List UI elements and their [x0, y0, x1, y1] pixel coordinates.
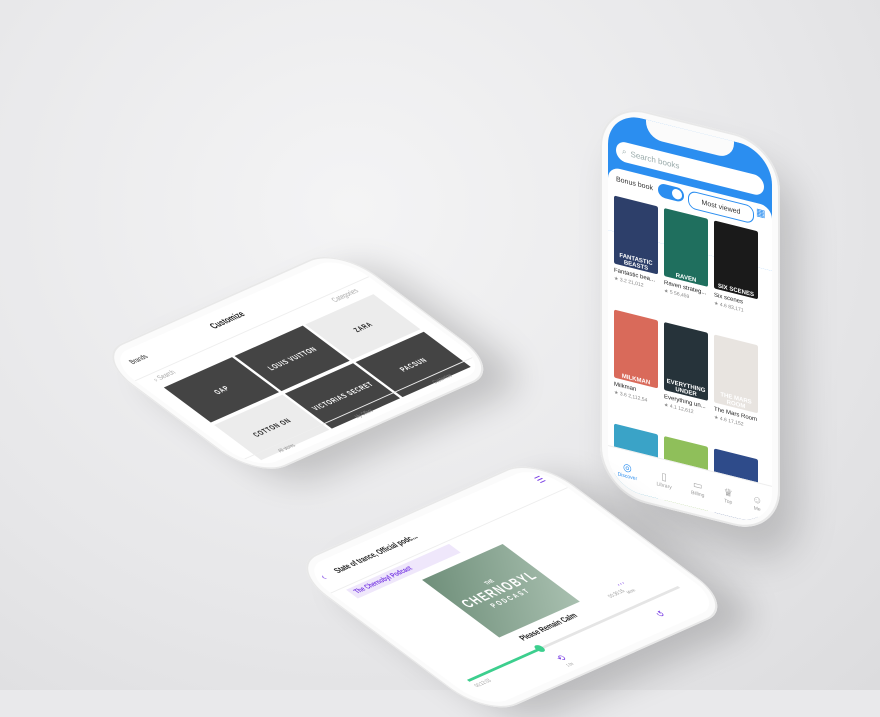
book-card[interactable]: SIX SCENES Six scenes ★ 4.6 83,171 [714, 220, 758, 339]
book-cover: SIX SCENES [714, 220, 758, 300]
speed-label: 1.0x [564, 661, 576, 669]
book-cover: FANTASTIC BEASTS [614, 195, 658, 275]
book-cover: RAVEN [664, 207, 708, 287]
bonus-label: Bonus book [616, 175, 653, 193]
brand-name: ZARA [350, 320, 375, 334]
more-label: More [625, 588, 638, 596]
book-cover-text: RAVEN [675, 272, 697, 285]
page-title: Customize [207, 310, 249, 331]
book-rating: 4.1 [669, 403, 677, 412]
book-rating: 5 [669, 289, 673, 297]
grid-view-icon[interactable]: ▦ [756, 207, 768, 222]
brand-name: COTTON ON [250, 416, 294, 439]
book-rating: 3.6 [619, 390, 627, 399]
book-card[interactable]: THE MARS ROOM The Mars Room ★ 4.6 17,152 [714, 334, 758, 453]
bonus-toggle[interactable] [658, 182, 684, 203]
book-card[interactable]: MILKMAN Milkman ★ 3.6 2,112,54 [614, 309, 658, 428]
tab-brands[interactable]: Brands [127, 353, 150, 366]
book-rating: 4.6 [719, 415, 727, 424]
nav-item[interactable]: My Offers [354, 409, 375, 420]
tab-me[interactable]: ☺ Me [752, 493, 762, 513]
brand-name: PACSUN [397, 356, 430, 373]
elapsed-time: 00:12:03 [473, 678, 494, 689]
book-cover: THE MARS ROOM [714, 334, 758, 414]
book-card[interactable]: RAVEN Raven strateg... ★ 5 56,459 [664, 207, 708, 327]
sort-label: Most viewed [701, 198, 741, 216]
progress-fill [466, 647, 542, 682]
tab-label: Me [753, 504, 761, 513]
episode-duration: 00:36:15 [607, 588, 627, 600]
rewind-icon[interactable]: ↺ [652, 609, 669, 619]
brand-name: GAP [211, 384, 232, 396]
phone-books-app: ⌕ Search books Bonus book Most viewed ▦ … [600, 100, 780, 537]
tab-discover[interactable]: ◎ Discover [618, 460, 637, 482]
book-rating: 4.6 [719, 301, 727, 310]
books-screen: ⌕ Search books Bonus book Most viewed ▦ … [608, 109, 772, 527]
tab-billing[interactable]: ▭ Billing [691, 478, 704, 499]
nav-item[interactable]: Customize [432, 373, 455, 385]
back-icon[interactable]: ‹ [316, 572, 330, 582]
book-card[interactable]: FANTASTIC BEASTS Fantastic bea... ★ 3.2 21… [614, 195, 658, 314]
tab-label: Top [724, 497, 733, 506]
tab-library[interactable]: ▯ Library [656, 470, 671, 491]
more-icon[interactable]: ⋯ [612, 578, 630, 590]
book-rating: 3.2 [619, 276, 627, 285]
tab-top[interactable]: ♛ Top [724, 486, 733, 505]
book-card[interactable]: EVERYTHING UNDER Everything un... ★ 4.1 12… [664, 321, 708, 441]
nav-item[interactable]: All stores [277, 443, 297, 454]
menu-icon[interactable]: ☰ [532, 474, 549, 485]
book-cover: MILKMAN [614, 309, 658, 389]
book-cover: EVERYTHING UNDER [664, 321, 708, 401]
brand-name: LOUIS VUITTON [265, 345, 320, 372]
search-icon: ⌕ [622, 146, 627, 157]
